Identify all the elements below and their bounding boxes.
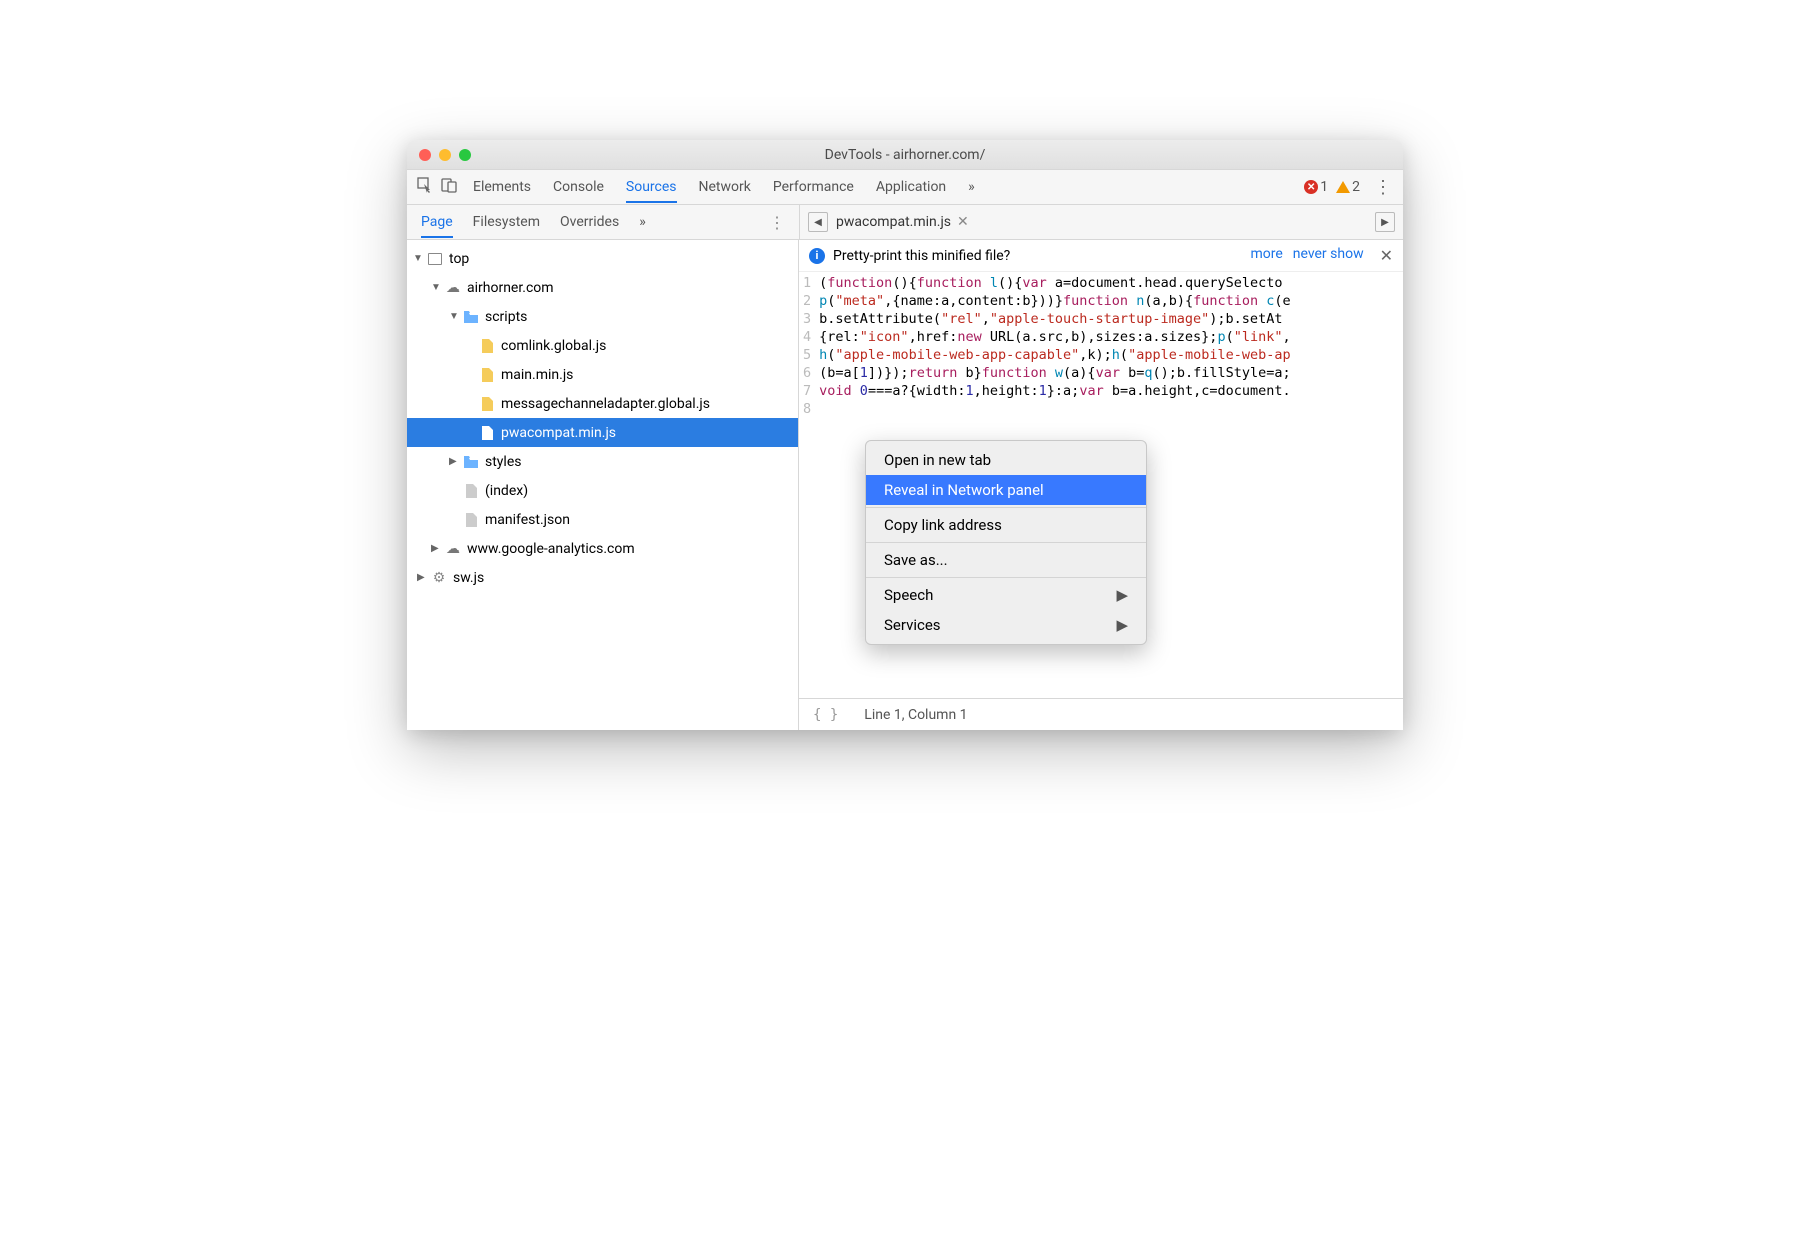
tree-index[interactable]: (index) [407, 476, 798, 505]
tab-console[interactable]: Console [553, 179, 604, 195]
nav-fwd-button[interactable]: ▶ [1375, 212, 1395, 232]
warning-count: 2 [1352, 179, 1360, 195]
sidebar-tab-page[interactable]: Page [421, 214, 453, 238]
close-file-icon[interactable]: ✕ [957, 214, 969, 230]
devtools-window: DevTools - airhorner.com/ Elements Conso… [407, 140, 1403, 730]
context-menu-item[interactable]: Speech▶ [866, 580, 1146, 610]
tab-application[interactable]: Application [876, 179, 946, 195]
error-count: 1 [1320, 179, 1328, 195]
context-menu-item[interactable]: Save as... [866, 545, 1146, 575]
file-icon [479, 339, 495, 353]
tab-sources[interactable]: Sources [626, 179, 677, 203]
tree-sw[interactable]: ▶⚙sw.js [407, 563, 798, 592]
banner-close-icon[interactable]: ✕ [1380, 246, 1393, 265]
tree-scripts-folder[interactable]: ▼ scripts [407, 302, 798, 331]
traffic-lights [419, 149, 471, 161]
folder-icon [463, 310, 479, 324]
sidebar-tab-filesystem[interactable]: Filesystem [473, 214, 540, 230]
folder-icon [463, 455, 479, 469]
file-icon [479, 368, 495, 382]
device-icon[interactable] [441, 177, 457, 197]
sidebar-menu-icon[interactable]: ⋮ [769, 213, 785, 232]
context-menu-item[interactable]: Open in new tab [866, 445, 1146, 475]
warning-icon [1336, 181, 1350, 193]
tree-file-selected[interactable]: pwacompat.min.js [407, 418, 798, 447]
context-menu: Open in new tabReveal in Network panel Co… [865, 440, 1147, 645]
main-toolbar: Elements Console Sources Network Perform… [407, 170, 1403, 205]
sidebar-tab-overrides[interactable]: Overrides [560, 214, 619, 230]
nav-back-button[interactable]: ◀ [808, 212, 828, 232]
error-icon: ✕ [1304, 180, 1318, 194]
file-icon [463, 484, 479, 498]
tree-file[interactable]: messagechanneladapter.global.js [407, 389, 798, 418]
tab-performance[interactable]: Performance [773, 179, 854, 195]
cloud-icon: ☁ [445, 542, 461, 556]
open-file-label: pwacompat.min.js [836, 214, 951, 230]
titlebar: DevTools - airhorner.com/ [407, 140, 1403, 170]
panel-tabs: Elements Console Sources Network Perform… [473, 179, 975, 196]
banner-more-link[interactable]: more [1250, 246, 1282, 265]
window-title: DevTools - airhorner.com/ [407, 147, 1403, 163]
gear-icon: ⚙ [431, 571, 447, 585]
editor-footer: { } Line 1, Column 1 [799, 698, 1403, 730]
file-icon [479, 397, 495, 411]
cursor-position: Line 1, Column 1 [864, 707, 967, 723]
close-window-icon[interactable] [419, 149, 431, 161]
context-menu-item[interactable]: Services▶ [866, 610, 1146, 640]
tab-elements[interactable]: Elements [473, 179, 531, 195]
status-counters[interactable]: ✕1 2 [1304, 179, 1360, 195]
context-menu-item[interactable]: Reveal in Network panel [866, 475, 1146, 505]
banner-never-link[interactable]: never show [1293, 246, 1364, 265]
pretty-print-banner: i Pretty-print this minified file? more … [799, 240, 1403, 272]
frame-icon [428, 253, 442, 265]
tree-manifest[interactable]: manifest.json [407, 505, 798, 534]
line-gutter: 12345678 [799, 272, 819, 698]
tree-domain[interactable]: ▼☁airhorner.com [407, 273, 798, 302]
sidebar-more-icon[interactable]: » [639, 214, 646, 230]
info-icon: i [809, 248, 825, 264]
file-icon [479, 426, 495, 440]
file-tree-panel: ▼top ▼☁airhorner.com ▼ scripts comlink.g… [407, 240, 799, 730]
inspect-icon[interactable] [417, 177, 433, 197]
tree-styles-folder[interactable]: ▶styles [407, 447, 798, 476]
tab-network[interactable]: Network [699, 179, 751, 195]
tree-top[interactable]: ▼top [407, 244, 798, 273]
maximize-window-icon[interactable] [459, 149, 471, 161]
minimize-window-icon[interactable] [439, 149, 451, 161]
braces-icon[interactable]: { } [813, 707, 838, 723]
open-file-tab[interactable]: pwacompat.min.js ✕ [836, 214, 969, 230]
tree-ga-domain[interactable]: ▶☁www.google-analytics.com [407, 534, 798, 563]
context-menu-item[interactable]: Copy link address [866, 510, 1146, 540]
sub-toolbar: Page Filesystem Overrides » ⋮ ◀ pwacompa… [407, 205, 1403, 240]
tree-file[interactable]: comlink.global.js [407, 331, 798, 360]
cloud-icon: ☁ [445, 281, 461, 295]
tree-file[interactable]: main.min.js [407, 360, 798, 389]
menu-dots-icon[interactable]: ⋮ [1374, 177, 1393, 198]
file-icon [463, 513, 479, 527]
more-tabs-icon[interactable]: » [968, 179, 975, 195]
banner-text: Pretty-print this minified file? [833, 248, 1010, 264]
